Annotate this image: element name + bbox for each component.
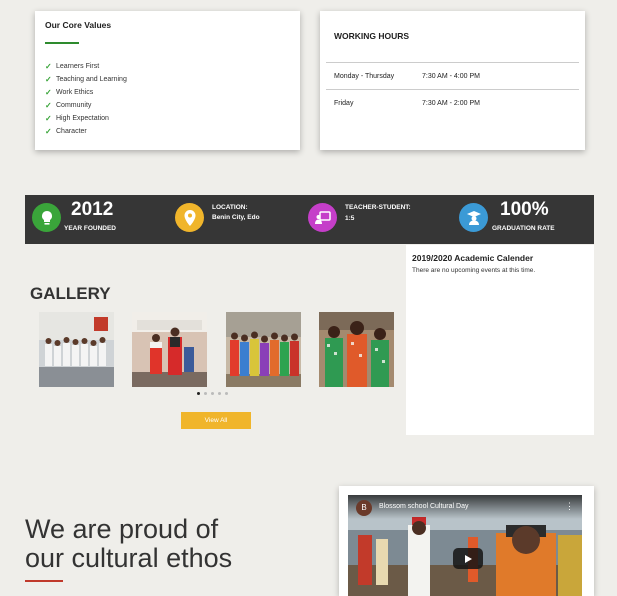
stat-location-value: Benin City, Edo xyxy=(212,214,260,221)
carousel-dots xyxy=(197,392,228,395)
hours-time: 7:30 AM - 2:00 PM xyxy=(422,100,480,107)
stat-ratio-title: TEACHER-STUDENT: xyxy=(345,204,411,211)
hours-time: 7:30 AM - 4:00 PM xyxy=(422,73,480,80)
graduate-icon xyxy=(459,203,488,232)
view-all-button[interactable]: View All xyxy=(181,412,251,429)
check-icon: ✓ xyxy=(45,87,52,97)
divider xyxy=(326,62,579,63)
hours-days: Friday xyxy=(334,100,354,107)
channel-avatar[interactable]: B xyxy=(356,500,372,516)
stat-year-founded: 2012 YEAR FOUNDED xyxy=(32,195,152,244)
video-title[interactable]: Blossom school Cultural Day xyxy=(379,503,468,510)
stat-year-value: 2012 xyxy=(71,199,114,220)
hours-row: Friday 7:30 AM - 2:00 PM xyxy=(334,100,480,107)
list-item: ✓ High Expectation xyxy=(45,113,109,123)
play-button[interactable] xyxy=(453,548,483,569)
culture-heading-line-1: We are proud of xyxy=(25,514,219,544)
gallery-image-3[interactable] xyxy=(226,312,301,387)
hours-days: Monday - Thursday xyxy=(334,73,395,80)
stat-location: LOCATION: Benin City, Edo xyxy=(175,195,305,244)
stat-graduation-rate: 100% GRADUATION RATE xyxy=(459,195,589,244)
heading-accent-line xyxy=(25,580,63,582)
working-hours-title: WORKING HOURS xyxy=(334,31,410,41)
carousel-dot[interactable] xyxy=(204,392,207,395)
gallery-image-2[interactable] xyxy=(132,312,207,387)
core-values-card: Our Core Values ✓ Learners First ✓ Teachin… xyxy=(35,11,300,150)
more-options-icon[interactable]: ⋮ xyxy=(565,501,574,512)
carousel-dot[interactable] xyxy=(225,392,228,395)
title-underline xyxy=(45,42,79,44)
check-icon: ✓ xyxy=(45,126,52,136)
list-item: ✓ Community xyxy=(45,100,92,110)
stat-location-title: LOCATION: xyxy=(212,204,248,211)
list-item: ✓ Character xyxy=(45,126,87,136)
check-icon: ✓ xyxy=(45,74,52,84)
culture-heading: We are proud of our cultural ethos xyxy=(25,515,232,573)
divider xyxy=(326,89,579,90)
stat-graduation-value: 100% xyxy=(500,199,549,220)
teacher-board-icon xyxy=(308,203,337,232)
list-item: ✓ Learners First xyxy=(45,61,100,71)
list-item: ✓ Teaching and Learning xyxy=(45,74,127,84)
core-values-list: ✓ Learners First ✓ Teaching and Learning ✓… xyxy=(45,60,290,138)
video-player[interactable]: B Blossom school Cultural Day ⋮ xyxy=(348,495,582,596)
carousel-dot[interactable] xyxy=(218,392,221,395)
hours-row: Monday - Thursday 7:30 AM - 4:00 PM xyxy=(334,73,480,80)
culture-heading-line-2: our cultural ethos xyxy=(25,543,233,573)
stat-year-label: YEAR FOUNDED xyxy=(64,225,117,232)
stat-teacher-student: TEACHER-STUDENT: 1:5 xyxy=(308,195,438,244)
lightbulb-icon xyxy=(32,203,61,232)
academic-calendar-widget: 2019/2020 Academic Calender There are no… xyxy=(406,245,594,435)
play-icon xyxy=(465,554,472,563)
gallery-image-4[interactable] xyxy=(319,312,394,387)
map-pin-icon xyxy=(175,203,204,232)
gallery-title: GALLERY xyxy=(30,284,111,303)
list-item: ✓ Work Ethics xyxy=(45,87,94,97)
core-values-title: Our Core Values xyxy=(45,20,112,30)
calendar-title: 2019/2020 Academic Calender xyxy=(412,253,534,263)
stat-ratio-value: 1:5 xyxy=(345,215,355,222)
working-hours-card: WORKING HOURS Monday - Thursday 7:30 AM … xyxy=(320,11,585,150)
gallery-image-1[interactable] xyxy=(39,312,114,387)
carousel-dot[interactable] xyxy=(197,392,200,395)
check-icon: ✓ xyxy=(45,61,52,71)
carousel-dot[interactable] xyxy=(211,392,214,395)
check-icon: ✓ xyxy=(45,113,52,123)
video-card: B Blossom school Cultural Day ⋮ xyxy=(339,486,594,596)
check-icon: ✓ xyxy=(45,100,52,110)
calendar-empty-text: There are no upcoming events at this tim… xyxy=(412,267,536,274)
stat-graduation-label: GRADUATION RATE xyxy=(492,225,555,232)
stats-bar: 2012 YEAR FOUNDED LOCATION: Benin City, … xyxy=(25,195,594,244)
